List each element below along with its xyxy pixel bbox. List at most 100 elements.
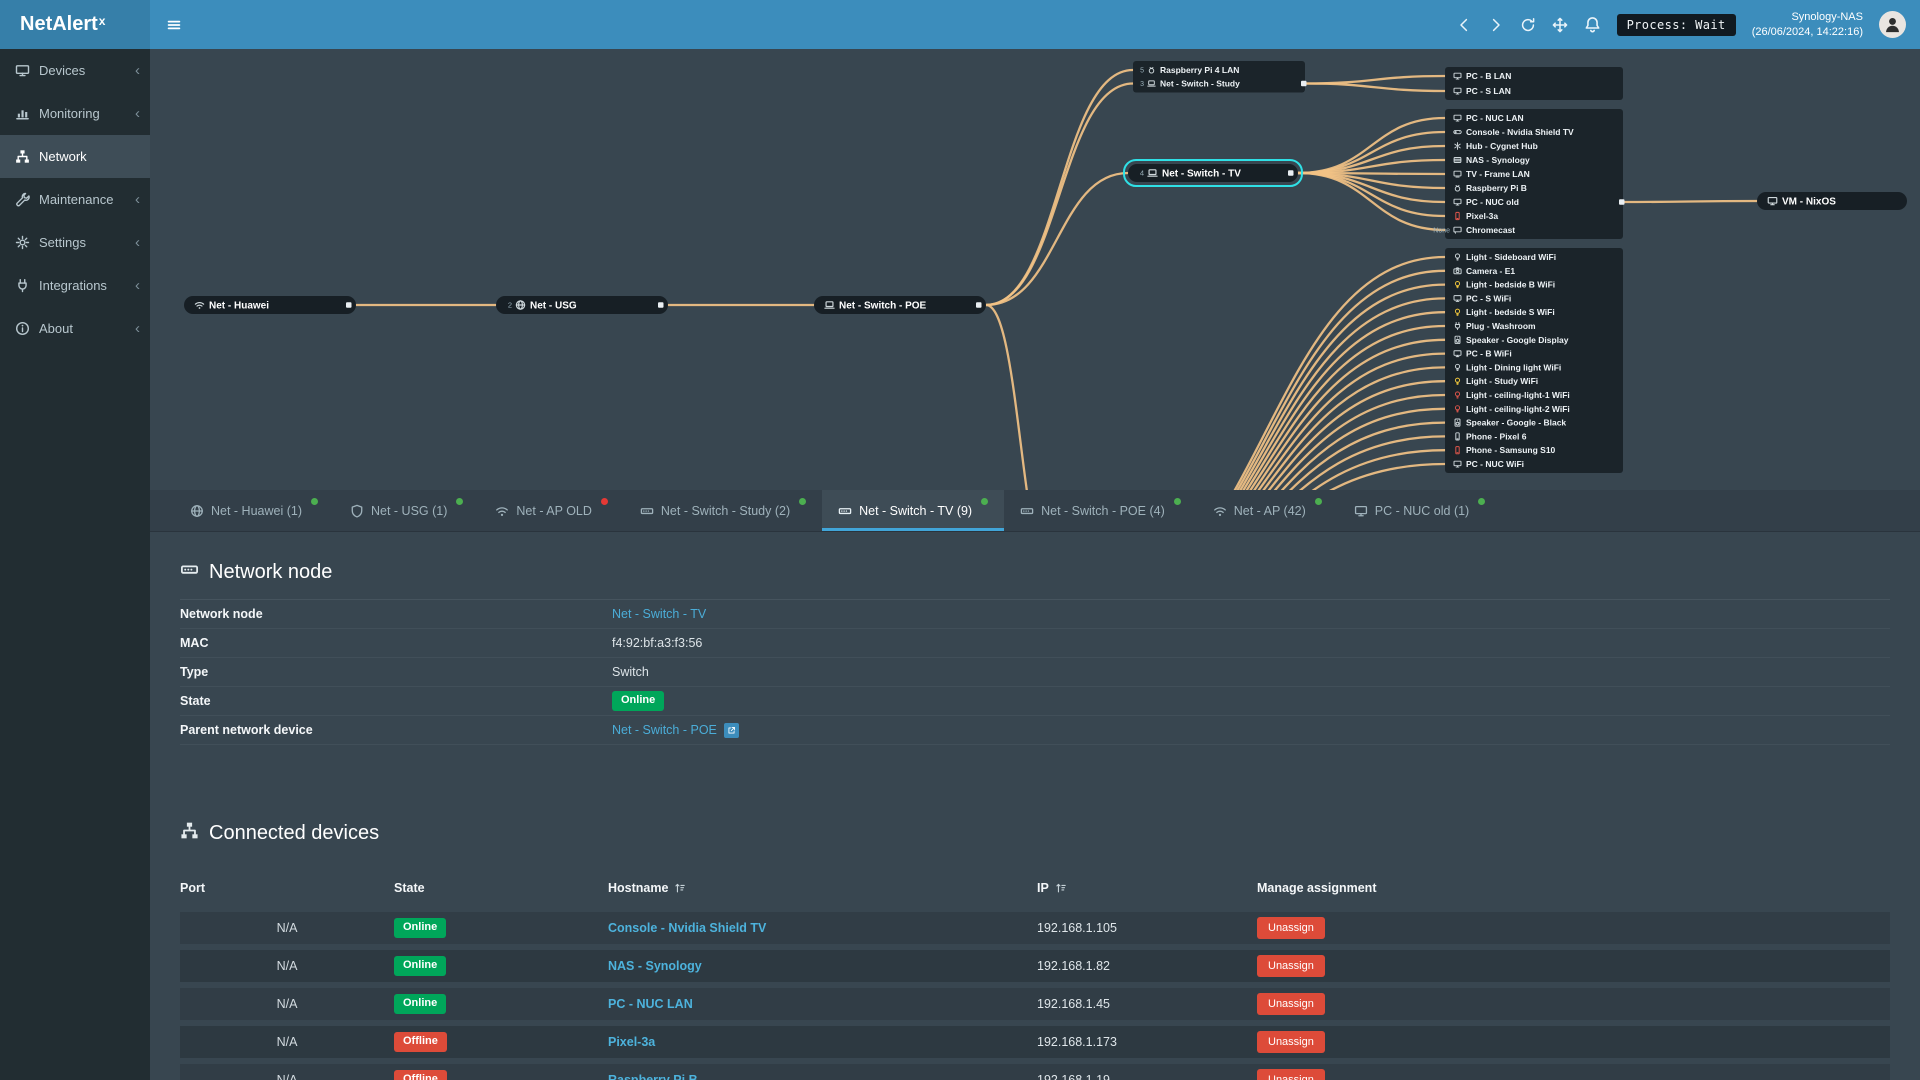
connected-devices-section: Connected devices Port State Hostname IP Man… (150, 745, 1920, 1080)
unassign-button[interactable]: Unassign (1257, 1069, 1325, 1080)
sidebar-item-integrations[interactable]: Integrations ‹ (0, 264, 150, 307)
nav-forward-button[interactable] (1488, 17, 1504, 33)
hostname-link[interactable]: Console - Nvidia Shield TV (608, 921, 766, 935)
app-name: NetAlert (20, 13, 98, 35)
network-topology-map[interactable]: 5 Raspberry Pi 4 LAN 3 Net - Switch - Study… (150, 49, 1920, 490)
hostname-link[interactable]: PC - NUC LAN (608, 997, 693, 1011)
svg-text:None: None (1433, 227, 1450, 234)
host-info: Synology-NAS (26/06/2024, 14:22:16) (1752, 10, 1863, 39)
node-net-switch-poe[interactable]: Net - Switch - POE (814, 296, 986, 314)
unassign-button[interactable]: Unassign (1257, 955, 1325, 977)
status-dot (799, 498, 807, 505)
info-icon (15, 321, 30, 336)
manage-cell: Unassign (1257, 917, 1890, 939)
topology-edge (984, 303, 1028, 490)
device-light-ceiling-light-2-wifi[interactable]: Light - ceiling-light-2 WiFi (1454, 404, 1570, 414)
column-header-ip[interactable]: IP (1037, 881, 1257, 895)
hostname-link[interactable]: Pixel-3a (608, 1035, 655, 1049)
host-name: Synology-NAS (1791, 11, 1863, 24)
tab-net-switch-poe-4[interactable]: Net - Switch - POE (4) (1004, 490, 1197, 531)
device-chromecast[interactable]: None Chromecast (1433, 225, 1515, 235)
status-dot (981, 498, 989, 505)
device-phone-samsung-s10[interactable]: Phone - Samsung S10 (1455, 445, 1556, 455)
sidebar-item-maintenance[interactable]: Maintenance ‹ (0, 178, 150, 221)
node-link[interactable]: Net - Switch - TV (612, 607, 706, 621)
sidebar-item-label: Devices (39, 63, 86, 78)
device-speaker-google-black[interactable]: Speaker - Google - Black (1454, 418, 1566, 428)
column-header-hostname[interactable]: Hostname (608, 881, 1037, 895)
detail-value: f4:92:bf:a3:f3:56 (612, 636, 703, 650)
svg-text:Light - bedside B WiFi: Light - bedside B WiFi (1466, 280, 1555, 290)
node-net-usg[interactable]: 2 Net - USG (496, 296, 668, 314)
sidebar-item-about[interactable]: About ‹ (0, 307, 150, 350)
node-net-switch-tv[interactable]: 4 Net - Switch - TV (1123, 159, 1303, 187)
node-vm-nixos[interactable]: VM - NixOS (1757, 192, 1907, 210)
host-timestamp: (26/06/2024, 14:22:16) (1751, 25, 1863, 38)
device-light-bedside-b-wifi[interactable]: Light - bedside B WiFi (1454, 280, 1555, 290)
port-cell: N/A (276, 1073, 298, 1080)
tab-net-usg-1[interactable]: Net - USG (1) (334, 490, 479, 531)
tab-net-switch-study-2[interactable]: Net - Switch - Study (2) (624, 490, 822, 531)
svg-text:NAS - Synology: NAS - Synology (1466, 155, 1530, 165)
device-light-bedside-s-wifi[interactable]: Light - bedside S WiFi (1454, 307, 1555, 317)
device-light-study-wifi[interactable]: Light - Study WiFi (1454, 376, 1538, 386)
tab-label: Net - AP OLD (516, 503, 592, 518)
sidebar-item-settings[interactable]: Settings ‹ (0, 221, 150, 264)
detail-value: Online (612, 691, 665, 711)
tab-net-huawei-1[interactable]: Net - Huawei (1) (174, 490, 334, 531)
column-header-label: Port (180, 881, 205, 895)
column-header-label: State (394, 881, 425, 895)
sidebar-menu: Devices ‹ Monitoring ‹ Network Maintenance ‹ Se… (0, 49, 150, 350)
topology-edge (1280, 407, 1447, 490)
user-avatar[interactable] (1879, 11, 1906, 38)
unassign-button[interactable]: Unassign (1257, 1031, 1325, 1053)
device-light-ceiling-light-1-wifi[interactable]: Light - ceiling-light-1 WiFi (1454, 390, 1570, 400)
device-speaker-google-display[interactable]: Speaker - Google Display (1454, 335, 1569, 345)
device-phone-pixel-6[interactable]: Phone - Pixel 6 (1455, 431, 1527, 441)
sort-icon (1056, 883, 1066, 893)
device-hub-cygnet-hub[interactable]: Hub - Cygnet Hub (1454, 141, 1538, 151)
arrows-move-icon (1552, 17, 1567, 32)
navbar: Process: Wait Synology-NAS (26/06/2024, … (150, 0, 1920, 49)
pan-mode-button[interactable] (1552, 17, 1568, 33)
parent-node-link[interactable]: Net - Switch - POE (612, 723, 717, 737)
device-nas-synology[interactable]: NAS - Synology (1453, 155, 1530, 165)
svg-text:Phone - Samsung S10: Phone - Samsung S10 (1466, 445, 1556, 455)
device-plug-washroom[interactable]: Plug - Washroom (1454, 321, 1536, 331)
sidebar-toggle-button[interactable] (150, 0, 198, 49)
hostname-link[interactable]: Raspberry Pi B (608, 1073, 698, 1080)
device-light-dining-light-wifi[interactable]: Light - Dining light WiFi (1454, 362, 1561, 372)
external-link-icon[interactable] (723, 722, 739, 738)
manage-cell: Unassign (1257, 1031, 1890, 1053)
tab-net-ap-42[interactable]: Net - AP (42) (1197, 490, 1338, 531)
svg-text:2: 2 (508, 301, 512, 310)
device-raspberry-pi-b[interactable]: Raspberry Pi B (1454, 183, 1527, 193)
ip-cell: 192.168.1.105 (1037, 921, 1257, 935)
sidebar-item-monitoring[interactable]: Monitoring ‹ (0, 92, 150, 135)
notifications-bell-button[interactable] (1584, 16, 1601, 33)
sidebar-item-devices[interactable]: Devices ‹ (0, 49, 150, 92)
hostname-cell: PC - NUC LAN (608, 997, 1037, 1011)
node-net-huawei[interactable]: Net - Huawei (184, 296, 356, 314)
svg-text:PC - NUC LAN: PC - NUC LAN (1466, 113, 1524, 123)
svg-text:Pixel-3a: Pixel-3a (1466, 211, 1498, 221)
sidebar-item-network[interactable]: Network (0, 135, 150, 178)
status-dot (456, 498, 464, 505)
ip-value: 192.168.1.19 (1037, 1073, 1110, 1080)
nav-back-button[interactable] (1456, 17, 1472, 33)
svg-text:PC - NUC old: PC - NUC old (1466, 197, 1519, 207)
chevron-left-icon: ‹ (135, 61, 140, 79)
unassign-button[interactable]: Unassign (1257, 917, 1325, 939)
device-tv-frame-lan[interactable]: TV - Frame LAN (1453, 169, 1530, 179)
tab-pc-nuc-old-1[interactable]: PC - NUC old (1) (1338, 490, 1501, 531)
app-logo[interactable]: NetAlert x (0, 0, 150, 49)
unassign-button[interactable]: Unassign (1257, 993, 1325, 1015)
tab-net-ap-old[interactable]: Net - AP OLD (479, 490, 624, 531)
refresh-button[interactable] (1520, 17, 1536, 33)
hostname-link[interactable]: NAS - Synology (608, 959, 702, 973)
device-console-nvidia-shield-tv[interactable]: Console - Nvidia Shield TV (1453, 127, 1574, 137)
tab-net-switch-tv-9[interactable]: Net - Switch - TV (9) (822, 490, 1005, 531)
svg-text:PC - B LAN: PC - B LAN (1466, 71, 1511, 81)
device-light-sideboard-wifi[interactable]: Light - Sideboard WiFi (1454, 252, 1556, 262)
svg-text:PC - B WiFi: PC - B WiFi (1466, 349, 1512, 359)
